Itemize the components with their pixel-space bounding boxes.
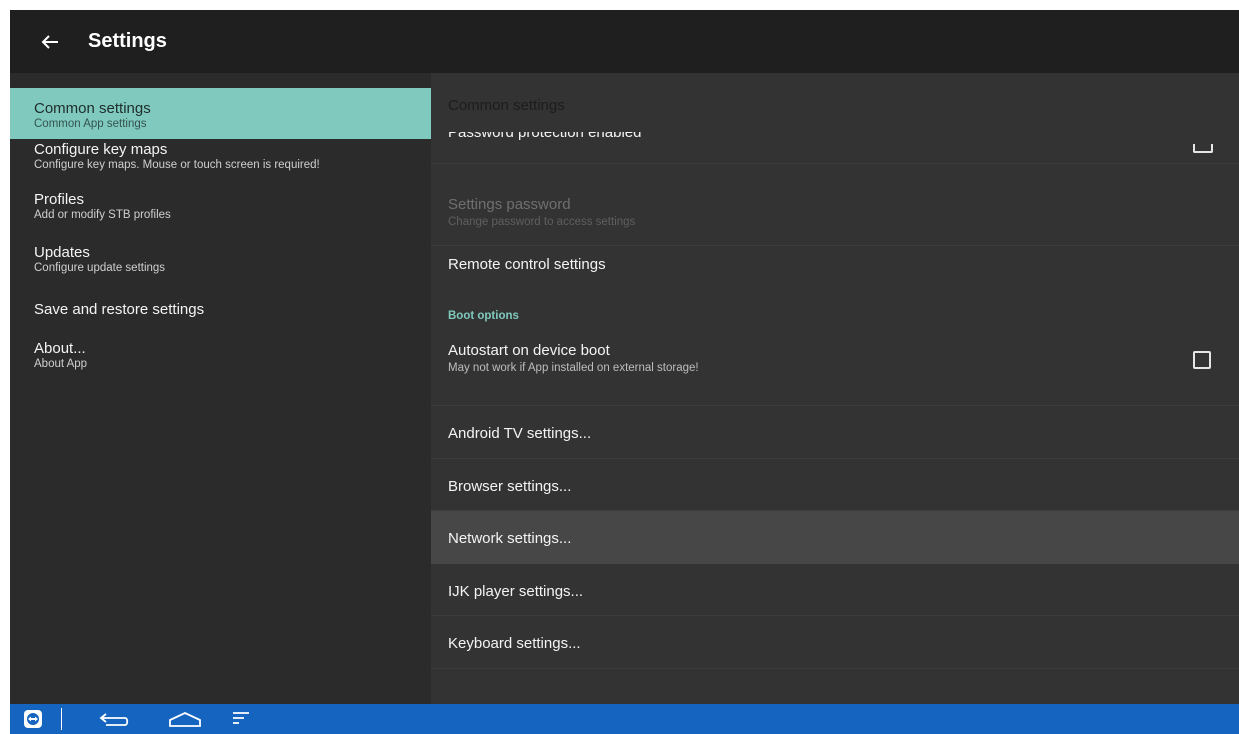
- row-title: IJK player settings...: [448, 583, 584, 600]
- sidebar-item-subtitle: Add or modify STB profiles: [34, 209, 171, 221]
- row-title: Network settings...: [448, 530, 572, 547]
- password-protection-checkbox[interactable]: [1193, 144, 1213, 153]
- settings-screen: Settings Common settings Common App sett…: [10, 10, 1239, 734]
- sidebar-item-updates[interactable]: Updates Configure update settings: [10, 244, 431, 275]
- recent-apps-icon[interactable]: [231, 709, 251, 729]
- row-title: Browser settings...: [448, 478, 572, 495]
- home-icon[interactable]: [167, 709, 203, 729]
- sidebar-item-title: Profiles: [34, 191, 85, 208]
- sidebar-item-subtitle: Configure key maps. Mouse or touch scree…: [34, 159, 320, 171]
- password-protection-row[interactable]: Password protection enabled: [431, 132, 1239, 164]
- row-title: Keyboard settings...: [448, 635, 581, 652]
- sidebar-item-subtitle: About App: [34, 358, 88, 370]
- teamviewer-icon[interactable]: [23, 709, 43, 729]
- keyboard-settings-row[interactable]: Keyboard settings...: [431, 616, 1239, 669]
- sidebar-item-save-restore[interactable]: Save and restore settings: [10, 301, 431, 318]
- settings-sidebar: Common settings Common App settings Conf…: [10, 73, 431, 704]
- sidebar-item-configure-key-maps[interactable]: Configure key maps Configure key maps. M…: [10, 141, 431, 172]
- navbar-divider: [61, 708, 62, 730]
- system-navigation-bar: [10, 704, 1239, 734]
- remote-control-row[interactable]: Remote control settings: [431, 256, 1239, 296]
- settings-detail-pane: Common settings Password protection enab…: [431, 73, 1239, 704]
- row-title: Android TV settings...: [448, 425, 592, 442]
- sidebar-item-common-settings[interactable]: Common settings Common App settings: [10, 88, 431, 139]
- autostart-checkbox[interactable]: [1193, 351, 1211, 369]
- ijk-player-settings-row[interactable]: IJK player settings...: [431, 564, 1239, 616]
- sidebar-item-about[interactable]: About... About App: [10, 340, 431, 371]
- sidebar-item-title: Updates: [34, 244, 90, 261]
- clipped-title-wrap: Password protection enabled: [448, 132, 641, 146]
- sidebar-item-title: Configure key maps: [34, 141, 168, 158]
- sidebar-item-title: About...: [34, 340, 86, 357]
- back-button[interactable]: [39, 31, 61, 53]
- row-title: Password protection enabled: [448, 132, 642, 141]
- sidebar-item-profiles[interactable]: Profiles Add or modify STB profiles: [10, 191, 431, 222]
- settings-password-row[interactable]: Settings password Change password to acc…: [431, 183, 1239, 246]
- row-title: Remote control settings: [448, 256, 606, 273]
- arrow-left-icon: [41, 34, 58, 49]
- autostart-row[interactable]: Autostart on device boot May not work if…: [431, 332, 1239, 406]
- browser-settings-row[interactable]: Browser settings...: [431, 459, 1239, 511]
- row-subtitle: May not work if App installed on externa…: [448, 362, 699, 374]
- sidebar-item-subtitle: Common App settings: [34, 118, 147, 130]
- category-boot-options: Boot options: [448, 310, 519, 322]
- page-title: Settings: [88, 30, 167, 52]
- row-title: Settings password: [448, 196, 571, 213]
- sidebar-item-subtitle: Configure update settings: [34, 262, 166, 274]
- sidebar-item-title: Common settings: [34, 100, 151, 117]
- row-title: Autostart on device boot: [448, 342, 610, 359]
- android-tv-settings-row[interactable]: Android TV settings...: [431, 406, 1239, 459]
- network-settings-row[interactable]: Network settings...: [431, 511, 1239, 564]
- row-subtitle: Change password to access settings: [448, 216, 636, 228]
- sidebar-item-title: Save and restore settings: [34, 301, 205, 318]
- app-bar: Settings: [10, 10, 1239, 73]
- back-icon[interactable]: [97, 709, 131, 729]
- pane-title: Common settings: [448, 97, 565, 114]
